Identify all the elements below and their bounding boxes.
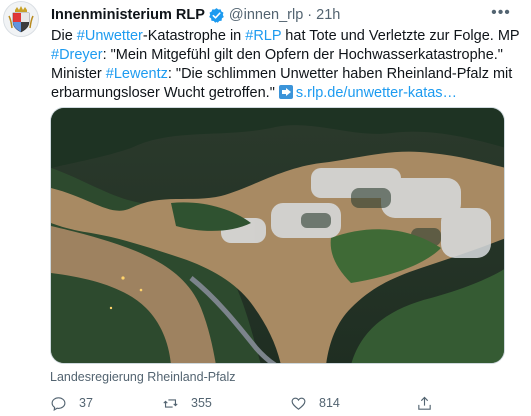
tweet[interactable]: Innenministerium RLP @innen_rlp · 21h ••… bbox=[0, 0, 531, 416]
tweet-actions: 37 355 814 bbox=[50, 394, 490, 414]
coat-of-arms-icon bbox=[4, 2, 38, 36]
tweet-text: Die #Unwetter-Katastrophe in #RLP hat To… bbox=[51, 27, 521, 103]
more-icon[interactable]: ••• bbox=[489, 3, 513, 23]
tweet-photo[interactable] bbox=[50, 107, 505, 364]
link-arrow-icon bbox=[278, 85, 293, 99]
more-label: ••• bbox=[491, 4, 511, 21]
share-icon bbox=[418, 396, 431, 410]
avatar[interactable] bbox=[3, 1, 39, 37]
retweet-button[interactable]: 355 bbox=[162, 394, 212, 412]
hashtag-unwetter[interactable]: #Unwetter bbox=[77, 28, 143, 44]
text-part: Die bbox=[51, 28, 77, 44]
like-icon bbox=[291, 397, 306, 410]
retweet-icon bbox=[163, 398, 178, 408]
reply-icon bbox=[51, 396, 66, 411]
handle[interactable]: @innen_rlp bbox=[229, 7, 303, 23]
text-part: -Katastrophe in bbox=[142, 28, 246, 44]
flood-aerial-photo bbox=[51, 108, 504, 363]
reply-button[interactable]: 37 bbox=[50, 394, 93, 412]
verified-badge-icon bbox=[208, 7, 225, 24]
display-name[interactable]: Innenministerium RLP bbox=[51, 7, 205, 23]
reply-count: 37 bbox=[79, 396, 93, 410]
hashtag-lewentz[interactable]: #Lewentz bbox=[106, 66, 168, 82]
like-count: 814 bbox=[319, 396, 340, 410]
retweet-count: 355 bbox=[191, 396, 212, 410]
hashtag-rlp[interactable]: #RLP bbox=[245, 28, 281, 44]
text-part: hat Tote und Verletzte zur Folge. MP bbox=[281, 28, 520, 44]
external-link[interactable]: s.rlp.de/unwetter-katas… bbox=[296, 85, 457, 101]
separator-dot: · bbox=[307, 7, 313, 23]
hashtag-dreyer[interactable]: #Dreyer bbox=[51, 47, 103, 63]
timestamp[interactable]: 21h bbox=[316, 7, 340, 23]
media-caption: Landesregierung Rheinland-Pfalz bbox=[50, 370, 236, 384]
share-button[interactable] bbox=[416, 394, 445, 412]
like-button[interactable]: 814 bbox=[290, 394, 340, 412]
tweet-header: Innenministerium RLP @innen_rlp · 21h bbox=[51, 5, 340, 25]
